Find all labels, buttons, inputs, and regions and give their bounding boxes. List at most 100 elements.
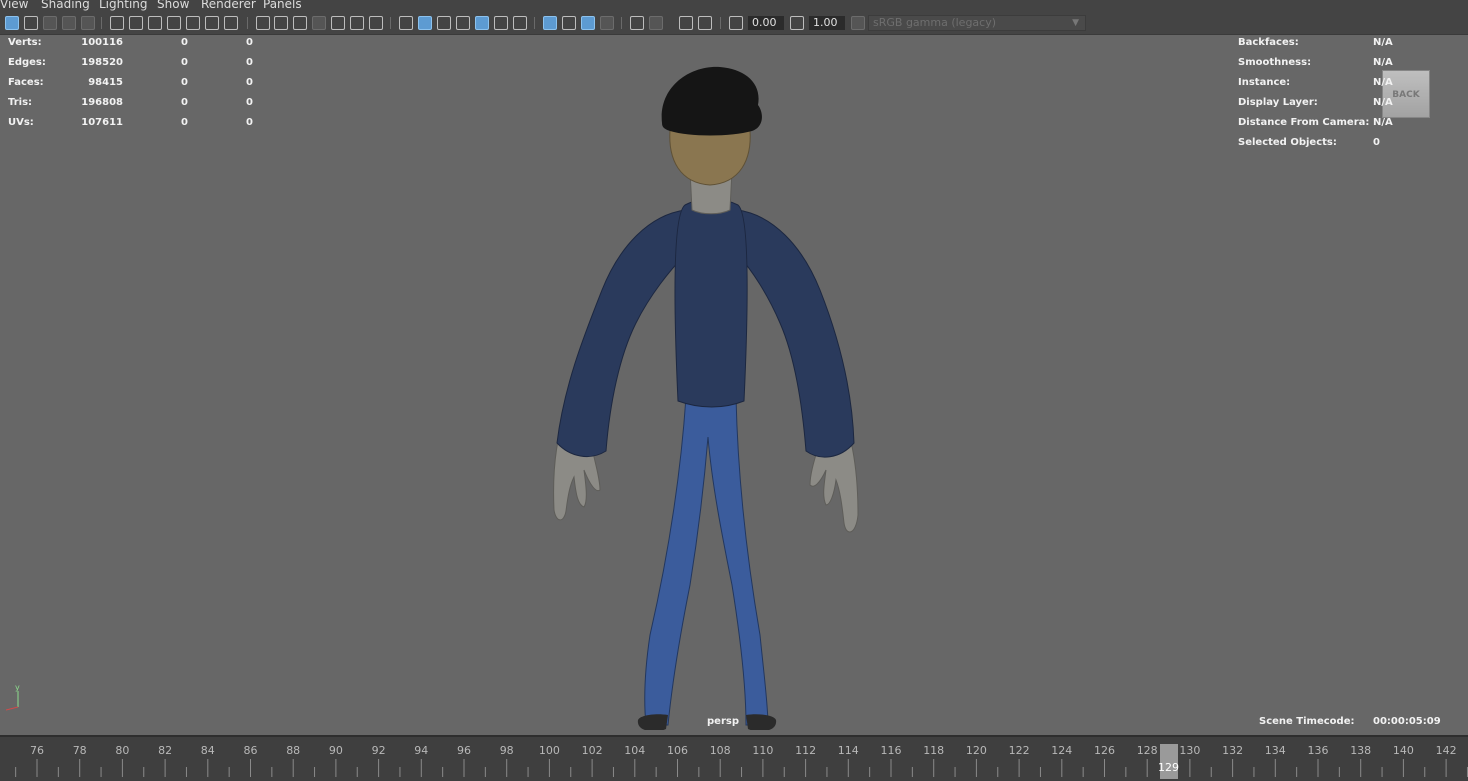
timeline-tick-label: 106	[667, 744, 688, 757]
resolution-icon[interactable]	[293, 16, 307, 30]
hud-label: UVs:	[8, 117, 34, 128]
camera-lock-icon[interactable]	[129, 16, 143, 30]
wireframe-on-shaded-icon[interactable]	[456, 16, 470, 30]
gate-icon[interactable]	[312, 16, 326, 30]
anti-aliasing-icon[interactable]	[581, 16, 595, 30]
panel-toolbar: 0.00 1.00 sRGB gamma (legacy) ▼	[0, 12, 1468, 35]
default-material-icon[interactable]	[437, 16, 451, 30]
motion-blur-icon[interactable]	[562, 16, 576, 30]
smooth-shade-icon[interactable]	[418, 16, 432, 30]
xray-joints-icon[interactable]	[679, 16, 693, 30]
view-transform-icon[interactable]	[851, 16, 865, 30]
hud-label: Edges:	[8, 57, 46, 68]
color-space-label: sRGB gamma (legacy)	[873, 16, 997, 29]
timeline-tick-label: 118	[923, 744, 945, 757]
menu-panels[interactable]: Panels	[263, 0, 302, 11]
film-gate-icon[interactable]	[148, 16, 162, 30]
timeline-tick-label: 76	[30, 744, 44, 757]
shirt	[674, 198, 748, 408]
select-camera-icon[interactable]	[5, 16, 19, 30]
hud-value: 0	[181, 37, 188, 48]
xray-active-components-icon[interactable]	[698, 16, 712, 30]
depth-of-field-icon[interactable]	[600, 16, 614, 30]
gamma-field[interactable]: 1.00	[809, 16, 845, 30]
hud-value: N/A	[1373, 57, 1393, 68]
timeline-tick-label: 132	[1222, 744, 1244, 757]
hud-value: 0	[246, 97, 253, 108]
field-icon[interactable]	[331, 16, 345, 30]
bookmark-icon[interactable]	[43, 16, 57, 30]
timeline-tick-label: 84	[200, 744, 215, 757]
3d-viewport[interactable]: Verts: 100116 0 0 Edges: 198520 0 0 Face…	[0, 35, 1468, 735]
isolate-select-icon[interactable]	[630, 16, 644, 30]
timeline-tick-label: 122	[1008, 744, 1030, 757]
text-icon[interactable]	[369, 16, 383, 30]
grid-icon[interactable]	[256, 16, 270, 30]
timeline-tick-label: 96	[457, 744, 471, 757]
hat	[661, 66, 762, 136]
timeline-tick-label: 130	[1179, 744, 1201, 757]
timeline-ticks	[15, 759, 1468, 777]
panel-menu-bar: View Shading Lighting Show Renderer Pane…	[0, 0, 1468, 12]
image-plane-icon[interactable]	[62, 16, 76, 30]
timeline-tick-label: 136	[1307, 744, 1329, 757]
resolution-gate-icon[interactable]	[167, 16, 181, 30]
textured-icon[interactable]	[475, 16, 489, 30]
menu-view[interactable]: View	[0, 0, 28, 11]
timeline-tick-label: 140	[1392, 744, 1414, 757]
shadows-icon[interactable]	[513, 16, 527, 30]
menu-renderer[interactable]: Renderer	[201, 0, 256, 11]
right-sleeve	[737, 209, 855, 458]
timeline-tick-label: 108	[709, 744, 731, 757]
toolbar-separator	[534, 17, 535, 29]
toolbar-separator	[621, 17, 622, 29]
menu-shading[interactable]: Shading	[41, 0, 90, 11]
hud-value: N/A	[1373, 97, 1393, 108]
chevron-down-icon: ▼	[1072, 18, 1079, 28]
timeline-tick-label: 120	[965, 744, 987, 757]
timeline-tick-label: 138	[1350, 744, 1372, 757]
grease-pencil-icon[interactable]	[110, 16, 124, 30]
hud-value: 196808	[81, 97, 123, 108]
timeline-tick-label: 104	[624, 744, 646, 757]
lights-icon[interactable]	[494, 16, 508, 30]
menu-lighting[interactable]: Lighting	[99, 0, 148, 11]
gamma-icon[interactable]	[790, 16, 804, 30]
field-chart-icon[interactable]	[205, 16, 219, 30]
safe-action-icon[interactable]	[224, 16, 238, 30]
timeline-tick-label: 94	[414, 744, 429, 757]
timeline-tick-label: 116	[880, 744, 902, 757]
hud-value: 0	[181, 117, 188, 128]
exposure-icon[interactable]	[729, 16, 743, 30]
gate-mask-icon[interactable]	[186, 16, 200, 30]
pants	[644, 396, 769, 726]
hud-value: 0	[181, 57, 188, 68]
exposure-field[interactable]: 0.00	[748, 16, 784, 30]
hud-label: Verts:	[8, 37, 42, 48]
toolbar-separator	[390, 17, 391, 29]
character-model[interactable]	[540, 65, 880, 730]
screen-space-ao-icon[interactable]	[543, 16, 557, 30]
timeline-tick-label: 112	[795, 744, 817, 757]
hud-label: Selected Objects:	[1238, 137, 1337, 148]
hud-value: 0	[181, 97, 188, 108]
right-shoe	[746, 714, 777, 730]
color-space-dropdown[interactable]: sRGB gamma (legacy) ▼	[868, 15, 1086, 31]
2d-pan-zoom-icon[interactable]	[81, 16, 95, 30]
menu-show[interactable]: Show	[157, 0, 189, 11]
timecode-label: Scene Timecode:	[1259, 716, 1355, 727]
film-icon[interactable]	[274, 16, 288, 30]
timeline-tick-label: 110	[752, 744, 774, 757]
wireframe-icon[interactable]	[399, 16, 413, 30]
xray-icon[interactable]	[649, 16, 663, 30]
x-axis-line	[6, 706, 19, 711]
time-slider[interactable]: 76 78 80 82 84 86 88 90 92 94 96 98 100 102 104 106 108 1…	[0, 735, 1468, 781]
timeline-tick-label: 126	[1094, 744, 1115, 757]
left-sleeve	[556, 209, 686, 458]
safe-title-icon[interactable]	[350, 16, 364, 30]
camera-name: persp	[707, 716, 739, 727]
camera-attributes-icon[interactable]	[24, 16, 38, 30]
hud-value: 0	[181, 77, 188, 88]
hud-value: N/A	[1373, 77, 1393, 88]
timeline-tick-label: 124	[1051, 744, 1073, 757]
